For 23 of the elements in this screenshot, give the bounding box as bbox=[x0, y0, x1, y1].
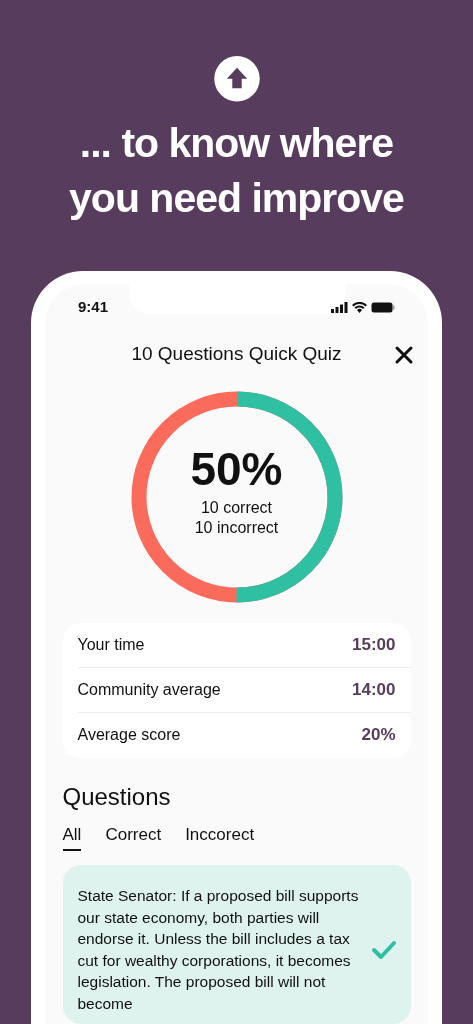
filter-tab[interactable]: Inccorect bbox=[185, 821, 255, 851]
questions-heading: Questions bbox=[62, 781, 172, 812]
filter-tab[interactable]: Correct bbox=[105, 821, 162, 851]
score-percent: 50% bbox=[190, 443, 283, 495]
stat-value: 15:00 bbox=[352, 633, 396, 656]
quiz-title: 10 Questions Quick Quiz bbox=[131, 342, 342, 367]
wifi-icon bbox=[352, 302, 367, 313]
close-button[interactable] bbox=[394, 344, 414, 365]
filter-tab[interactable]: All bbox=[62, 821, 82, 851]
headline-text: ... to know where bbox=[79, 118, 394, 168]
stat-value: 14:00 bbox=[352, 678, 396, 701]
headline-text: you need improve bbox=[69, 173, 404, 223]
question-text: State Senator: If a proposed bill supports our state economy, both parties will endorse it. Unless the bill includes a tax cut for wealthy corporations, it becomes legislation. The proposed bill will not become bbox=[77, 886, 360, 1014]
stat-label: Community average bbox=[77, 679, 221, 700]
incorrect-count: 10 incorrect bbox=[194, 518, 279, 538]
question-card[interactable] bbox=[62, 865, 411, 1024]
signal-icon bbox=[331, 302, 348, 313]
stat-label: Your time bbox=[77, 634, 145, 655]
stat-value: 20% bbox=[361, 724, 396, 747]
correct-count: 10 correct bbox=[200, 498, 273, 518]
status-time: 9:41 bbox=[78, 297, 109, 318]
stat-label: Average score bbox=[77, 725, 181, 745]
battery-icon bbox=[371, 302, 395, 313]
